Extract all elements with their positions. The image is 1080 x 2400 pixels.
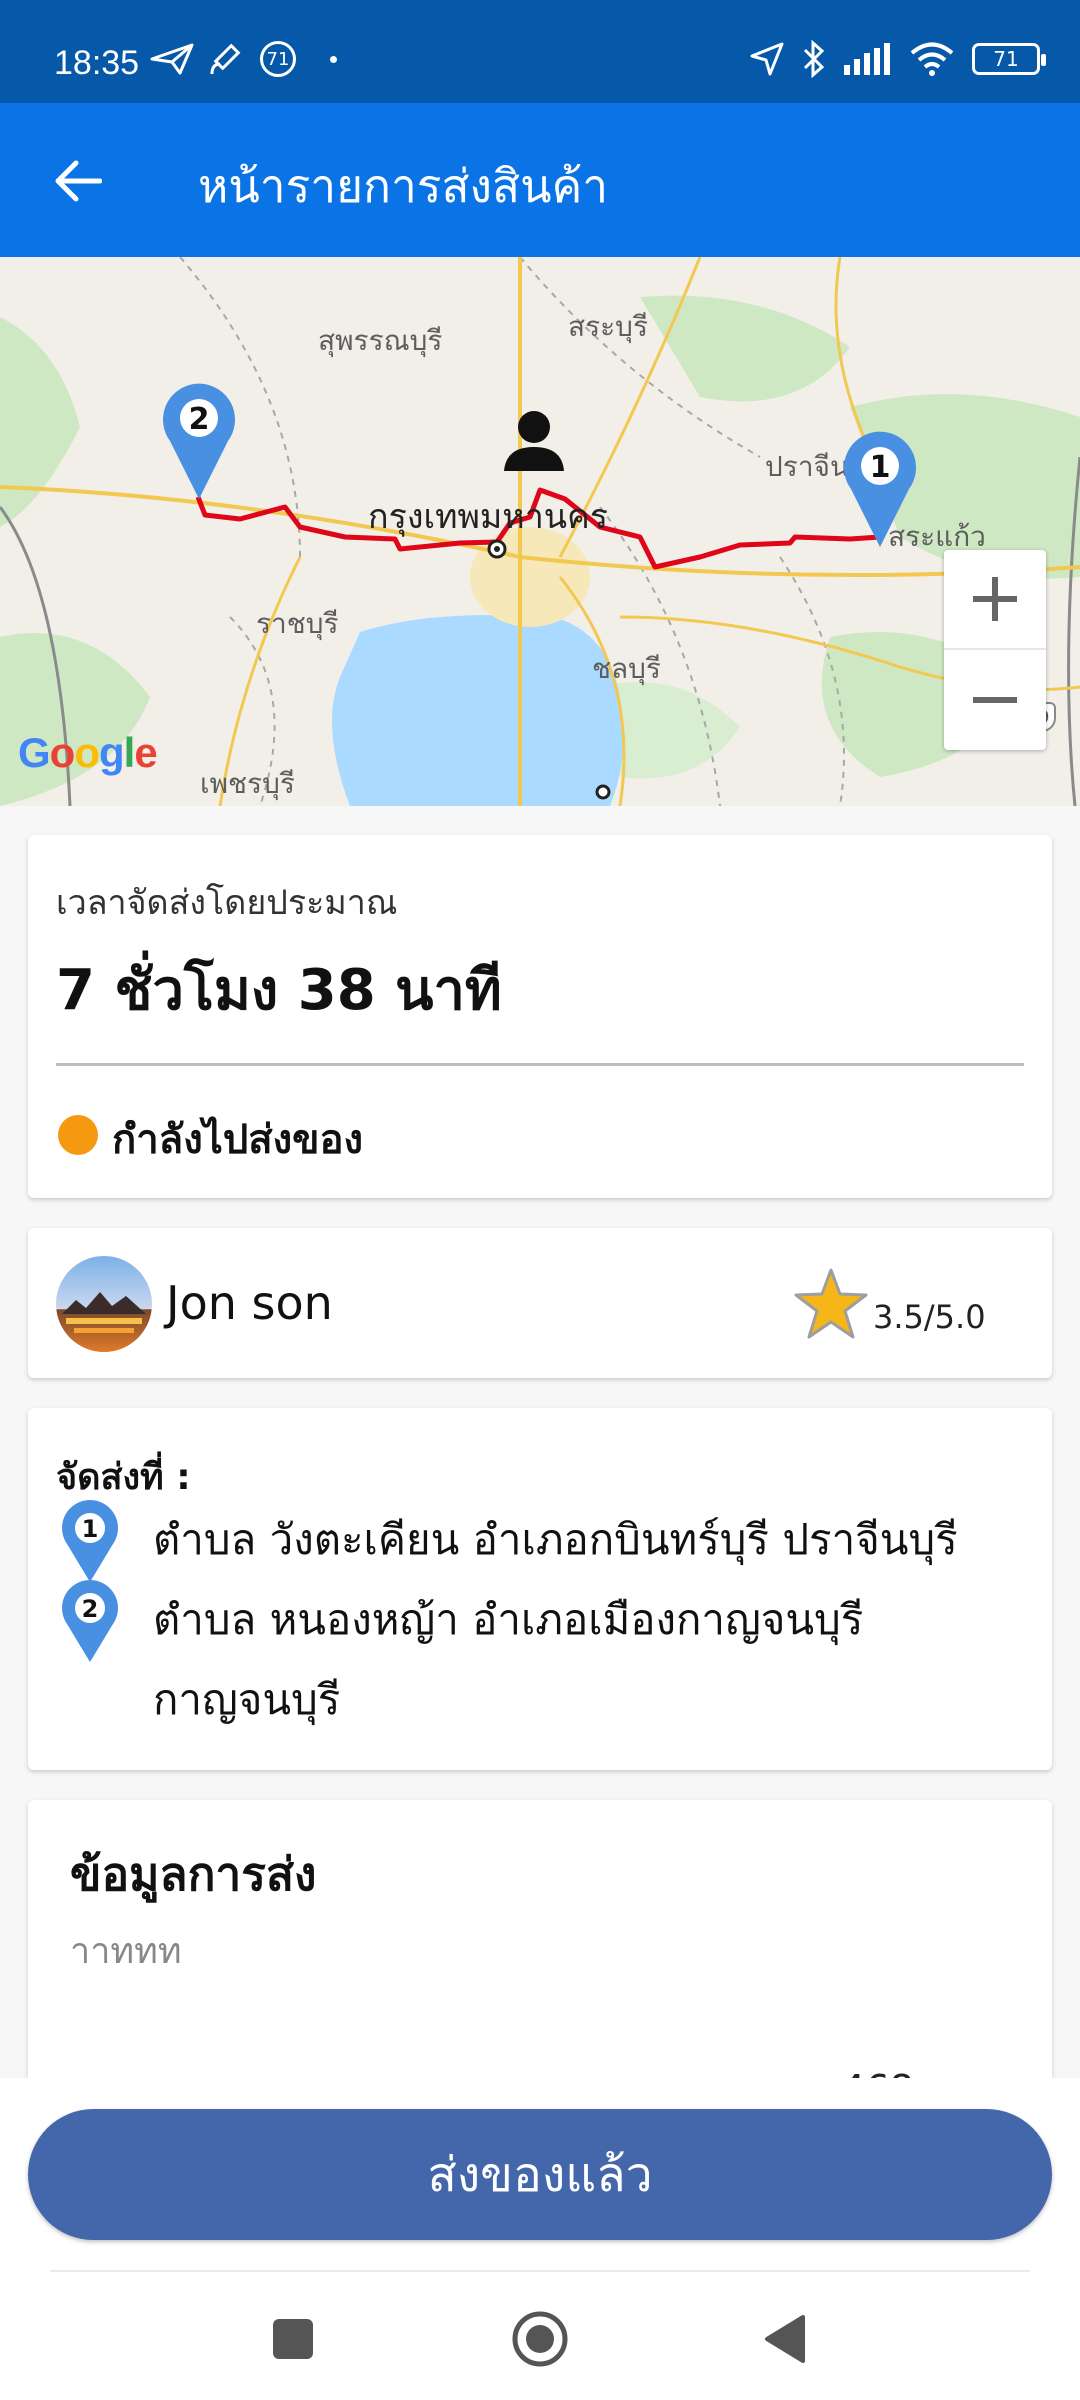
app-bar: หน้ารายการส่งสินค้า	[0, 103, 1080, 257]
send-icon	[150, 43, 194, 75]
back-nav-button[interactable]	[750, 2304, 820, 2374]
satellite-icon	[210, 43, 241, 75]
map-label-ratchaburi: ราชบุรี	[256, 607, 339, 640]
destination-heading: จัดส่งที่ :	[56, 1457, 191, 1498]
destination-pin-2-icon: 2	[62, 1580, 118, 1662]
destination-2-province: กาญจนบุรี	[153, 1675, 341, 1724]
map-label-phetchaburi: เพชรบุรี	[200, 767, 295, 800]
pin-2-number: 2	[189, 402, 210, 437]
divider	[50, 2270, 1030, 2272]
square-icon	[273, 2319, 313, 2359]
delivered-button[interactable]: ส่งของแล้ว	[28, 2109, 1052, 2240]
divider	[56, 1063, 1024, 1066]
delivery-info-title: ข้อมูลการส่ง	[70, 1847, 317, 1901]
driver-name: Jon son	[166, 1276, 333, 1330]
zoom-in-button[interactable]	[944, 550, 1046, 650]
status-right-icons: 71	[750, 40, 1046, 78]
delivery-info-subtitle: าาททท	[70, 1931, 182, 1972]
zoom-out-button[interactable]	[944, 650, 1046, 750]
recents-button[interactable]	[258, 2304, 328, 2374]
home-circle-icon	[512, 2311, 568, 2367]
eta-card: เวลาจัดส่งโดยประมาณ 7 ชั่วโมง 38 นาที กำ…	[28, 835, 1052, 1198]
status-left-icons: 71	[150, 40, 337, 78]
map-label-suphanburi: สุพรรณบุรี	[318, 324, 443, 357]
page-title: หน้ารายการส่งสินค้า	[198, 159, 609, 213]
notification-badge-icon: 71	[260, 41, 296, 77]
destination-2-number: 2	[82, 1595, 99, 1623]
map-label-chonburi: ชลบุรี	[592, 652, 661, 685]
pin-1-number: 1	[870, 450, 891, 485]
battery-icon: 71	[972, 43, 1046, 75]
status-time: 18:35	[54, 44, 140, 82]
arrow-back-icon	[55, 160, 102, 202]
minus-icon	[973, 697, 1017, 703]
status-dot-icon	[58, 1115, 98, 1155]
destination-card: จัดส่งที่ : 1 ตำบล วังตะเคียน อำเภอกบินท…	[28, 1408, 1052, 1770]
home-button[interactable]	[505, 2304, 575, 2374]
map-label-saraburi: สระบุรี	[568, 310, 648, 343]
back-button[interactable]	[40, 143, 116, 219]
destination-pin-1-icon: 1	[62, 1500, 118, 1582]
driver-location-icon[interactable]	[502, 409, 566, 479]
destination-1-number: 1	[82, 1515, 99, 1543]
route-map[interactable]: สุพรรณบุรี สระบุรี ปราจีนบุรี กรุงเทพมหา…	[0, 257, 1080, 806]
delivery-status: กำลังไปส่งของ	[112, 1117, 364, 1163]
destination-1-address: ตำบล วังตะเคียน อำเภอกบินทร์บุรี ปราจีนบ…	[153, 1515, 958, 1564]
notification-badge-count: 71	[266, 48, 290, 70]
location-arrow-icon	[750, 42, 784, 76]
triangle-back-icon	[765, 2315, 805, 2363]
zoom-control	[944, 550, 1046, 750]
status-bar: 18:35 71 71	[0, 0, 1080, 103]
signal-icon	[844, 43, 890, 75]
eta-label: เวลาจัดส่งโดยประมาณ	[56, 883, 398, 923]
battery-level: 71	[993, 47, 1019, 71]
destination-pin-2-icon[interactable]: 2	[162, 381, 236, 501]
plus-icon	[973, 577, 1017, 621]
avatar	[56, 1256, 152, 1352]
bottom-area: ส่งของแล้ว	[0, 2078, 1080, 2400]
bluetooth-icon	[803, 40, 825, 78]
dot-icon	[330, 55, 337, 63]
destination-2-address: ตำบล หนองหญ้า อำเภอเมืองกาญจนบุรี	[153, 1595, 864, 1644]
destination-pin-1-icon[interactable]: 1	[843, 429, 917, 549]
wifi-icon	[910, 42, 954, 76]
star-icon	[794, 1268, 868, 1339]
google-logo: Google	[18, 729, 158, 776]
eta-value: 7 ชั่วโมง 38 นาที	[56, 958, 502, 1023]
system-nav-bar	[0, 2278, 1080, 2400]
map-label-bangkok: กรุงเทพมหานคร	[368, 497, 609, 537]
driver-rating: 3.5/5.0	[873, 1298, 986, 1336]
delivery-info-card: ข้อมูลการส่ง าาททท ระยะทาง 468 กม.	[28, 1800, 1052, 2111]
driver-card[interactable]: Jon son 3.5/5.0	[28, 1228, 1052, 1378]
